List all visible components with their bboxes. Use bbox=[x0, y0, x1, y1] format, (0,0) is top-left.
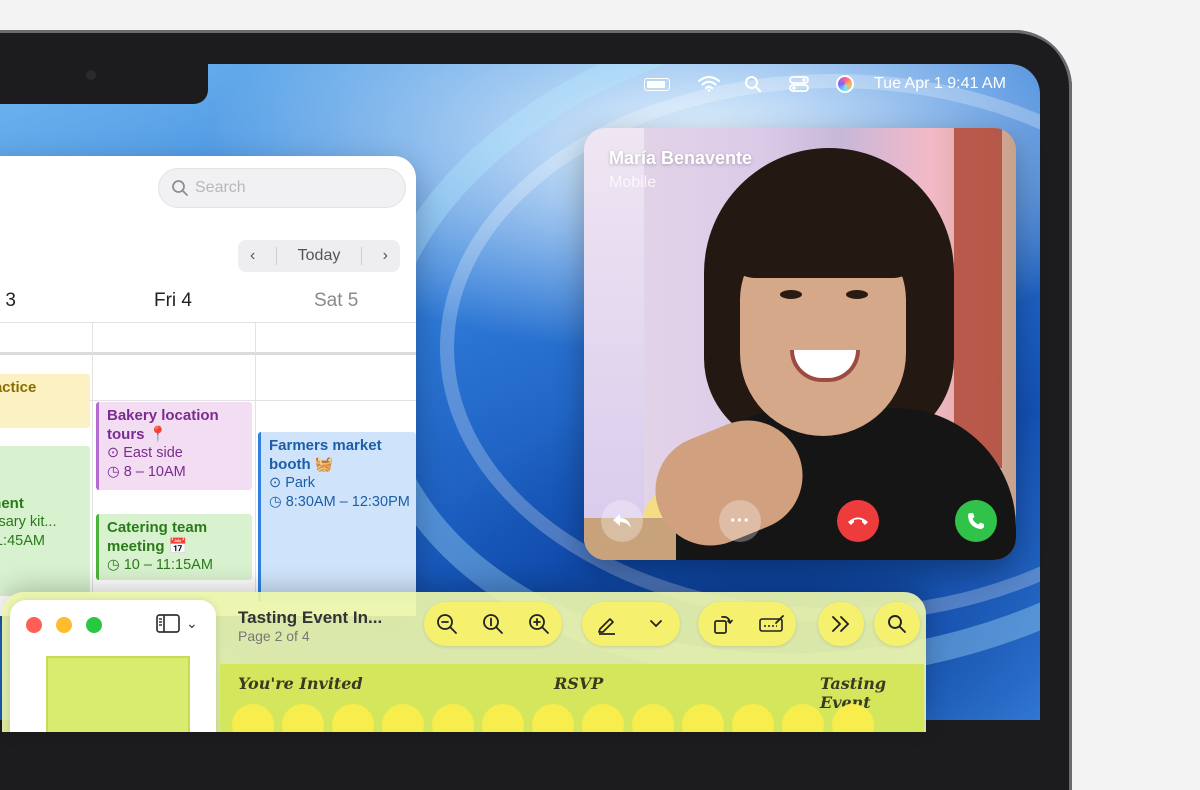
day-header-thu[interactable]: hu 3 bbox=[0, 290, 16, 312]
control-center-icon[interactable] bbox=[786, 74, 812, 94]
day-header-sat[interactable]: Sat 5 bbox=[314, 290, 358, 312]
calendar-event[interactable]: Catering team meeting 📅 ◷ 10 – 11:15AM bbox=[96, 514, 252, 580]
calendar-window: Search ‹ Today › hu 3 Fri 4 Sat 5 ractic… bbox=[0, 156, 416, 616]
event-title: Catering team meeting 📅 bbox=[107, 519, 208, 555]
event-time: 10 – 11:15AM bbox=[123, 557, 213, 573]
calendar-event[interactable]: Bakery location tours 📍 ⊙ East side ◷ 8 … bbox=[96, 402, 252, 490]
chevron-left-icon[interactable]: ‹ bbox=[250, 247, 255, 265]
decline-call-button[interactable] bbox=[837, 500, 879, 542]
today-button[interactable]: Today bbox=[298, 247, 341, 265]
divider bbox=[361, 247, 362, 265]
event-time: 8 – 10AM bbox=[123, 464, 186, 480]
caller-bangs bbox=[724, 168, 924, 278]
reply-icon[interactable] bbox=[601, 500, 643, 542]
clock-icon: ◷ bbox=[107, 464, 120, 480]
caller-eye bbox=[846, 290, 868, 299]
calendar-event[interactable]: ractice bbox=[0, 374, 90, 428]
doc-heading: You're Invited bbox=[238, 674, 363, 693]
chevron-right-icon[interactable]: › bbox=[383, 247, 388, 265]
event-time: 11:45AM bbox=[0, 533, 45, 549]
grid-line bbox=[0, 322, 416, 323]
markup-controls bbox=[582, 602, 680, 646]
chevron-down-icon[interactable]: ⌄ bbox=[186, 615, 198, 632]
double-chevron-right-icon bbox=[824, 607, 858, 641]
page-indicator: Page 2 of 4 bbox=[238, 628, 310, 644]
search-icon[interactable] bbox=[740, 74, 766, 94]
accept-call-button[interactable] bbox=[955, 500, 997, 542]
all-day-separator bbox=[0, 352, 416, 355]
event-title: Bakery location tours 📍 bbox=[107, 407, 219, 443]
signature-icon[interactable] bbox=[755, 607, 789, 641]
event-location: Park bbox=[285, 475, 316, 491]
document-title: Tasting Event In... bbox=[238, 608, 383, 627]
calendar-event[interactable]: ment issary kit... 11:45AM bbox=[0, 446, 90, 596]
actual-size-icon[interactable] bbox=[476, 607, 510, 641]
clock-icon: ◷ bbox=[107, 557, 120, 573]
camera-notch bbox=[0, 64, 208, 104]
rotate-icon[interactable] bbox=[706, 607, 740, 641]
wifi-icon[interactable] bbox=[696, 74, 722, 94]
battery-icon[interactable] bbox=[644, 74, 670, 94]
grid-line bbox=[255, 322, 256, 616]
minimize-button[interactable] bbox=[56, 617, 72, 633]
search-field[interactable]: Search bbox=[158, 168, 406, 208]
search-placeholder: Search bbox=[195, 179, 246, 196]
event-location: issary kit... bbox=[0, 514, 57, 530]
facetime-call-window: María Benavente Mobile ··· bbox=[584, 128, 1016, 560]
event-location: East side bbox=[123, 445, 183, 461]
day-header-fri[interactable]: Fri 4 bbox=[154, 290, 192, 312]
background-door bbox=[954, 128, 1002, 468]
event-title: Farmers market booth 🧺 bbox=[269, 437, 382, 473]
zoom-out-icon[interactable] bbox=[430, 607, 464, 641]
caller-eye bbox=[780, 290, 802, 299]
date-navigator: ‹ Today › bbox=[238, 240, 400, 272]
phone-down-icon bbox=[848, 517, 868, 525]
caller-label: Mobile bbox=[609, 174, 657, 191]
thumbnail-sidebar: ⌄ bbox=[10, 600, 216, 732]
search-button[interactable] bbox=[874, 602, 920, 646]
location-pin-icon: ⊙ bbox=[107, 445, 120, 461]
sidebar-toggle-icon[interactable] bbox=[156, 614, 182, 639]
zoom-in-icon[interactable] bbox=[522, 607, 556, 641]
location-pin-icon: ⊙ bbox=[269, 475, 282, 491]
phone-icon bbox=[968, 513, 984, 529]
divider bbox=[275, 247, 277, 265]
doc-heading: RSVP bbox=[554, 674, 604, 693]
event-time: 8:30AM – 12:30PM bbox=[285, 494, 410, 510]
more-options-icon[interactable]: ··· bbox=[719, 500, 761, 542]
background-wall bbox=[584, 128, 644, 560]
clock-icon: ◷ bbox=[269, 494, 282, 510]
event-title: ractice bbox=[0, 379, 37, 396]
calendar-event[interactable]: Farmers market booth 🧺 ⊙ Park ◷ 8:30AM –… bbox=[258, 432, 416, 602]
document-page[interactable]: You're Invited RSVP Tasting Event bbox=[220, 664, 924, 732]
zoom-controls bbox=[424, 602, 562, 646]
camera-icon bbox=[86, 70, 96, 80]
search-icon bbox=[880, 607, 914, 641]
zoom-button[interactable] bbox=[86, 617, 102, 633]
siri-icon[interactable] bbox=[832, 74, 858, 94]
event-title: ment bbox=[0, 495, 24, 512]
close-button[interactable] bbox=[26, 617, 42, 633]
page-tools bbox=[698, 602, 796, 646]
pen-icon[interactable] bbox=[590, 607, 624, 641]
page-thumbnail[interactable] bbox=[46, 656, 190, 732]
chevron-down-icon[interactable] bbox=[639, 607, 673, 641]
caller-name: María Benavente bbox=[609, 148, 753, 168]
menubar-clock[interactable]: Tue Apr 1 9:41 AM bbox=[874, 75, 1006, 93]
more-tools-button[interactable] bbox=[818, 602, 864, 646]
decorative-dots bbox=[232, 704, 874, 732]
search-icon bbox=[172, 180, 188, 196]
grid-line bbox=[92, 322, 93, 616]
preview-window: ⌄ Tasting Event In... Page 2 of 4 You're… bbox=[2, 592, 926, 732]
